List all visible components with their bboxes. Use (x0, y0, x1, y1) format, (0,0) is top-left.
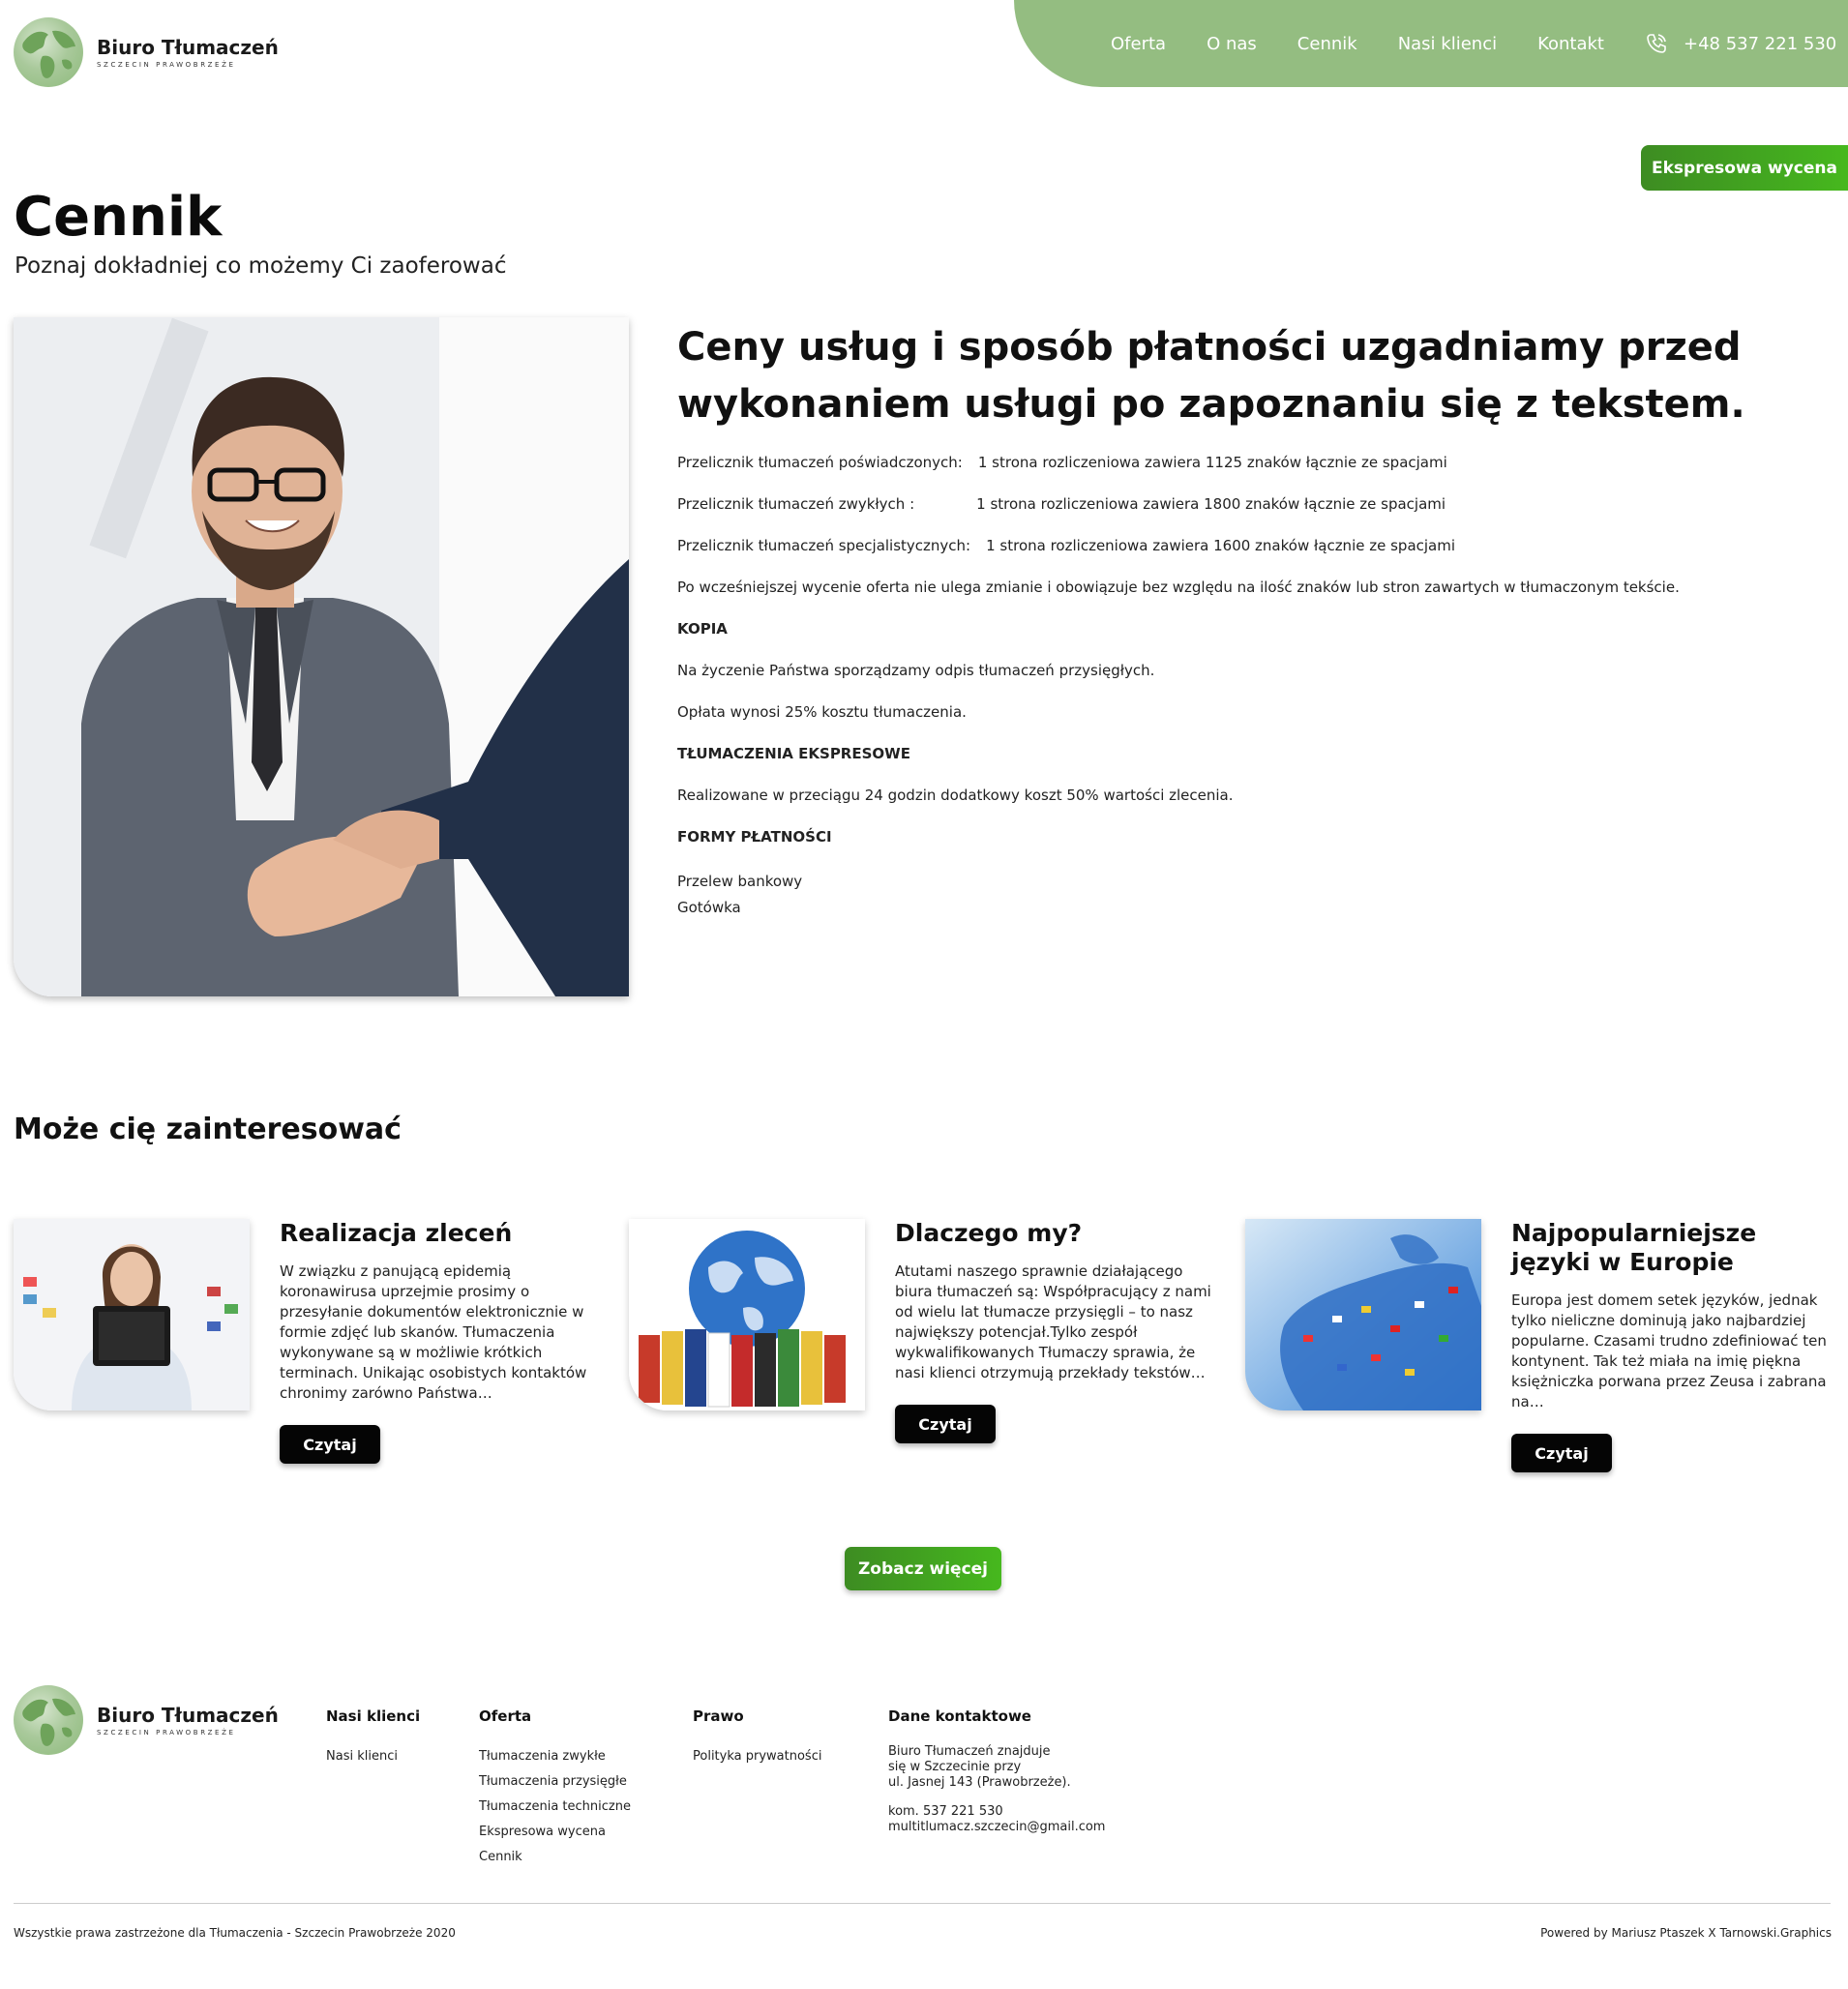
payment-method: Przelew bankowy (677, 873, 803, 890)
phone-icon (1647, 34, 1666, 53)
nav-item-oferta[interactable]: Oferta (1111, 34, 1166, 54)
pricing-row: Przelicznik tłumaczeń zwykłych : 1 strona… (677, 494, 1800, 536)
footer-link[interactable]: Ekspresowa wycena (479, 1820, 631, 1845)
nav-item-nasi-klienci[interactable]: Nasi klienci (1398, 34, 1497, 54)
pricing-row: Przelicznik tłumaczeń specjalistycznych:… (677, 536, 1800, 578)
pricing-row-label: Przelicznik tłumaczeń poświadczonych: (677, 454, 963, 471)
footer-column-title: Oferta (479, 1707, 532, 1725)
footer-divider (14, 1903, 1831, 1904)
handshake-photo (14, 317, 629, 996)
pricing-row-value: 1 strona rozliczeniowa zawiera 1800 znak… (976, 495, 1446, 513)
payment-heading: FORMY PŁATNOŚCI (677, 828, 832, 846)
contact-address-line: ul. Jasnej 143 (Prawobrzeże). (888, 1775, 1071, 1790)
copyright-text: Wszystkie prawa zastrzeżone dla Tłumacze… (14, 1926, 456, 1940)
pricing-row-value: 1 strona rozliczeniowa zawiera 1125 znak… (977, 454, 1447, 471)
footer-link[interactable]: Polityka prywatności (693, 1744, 821, 1769)
pricing-row-label: Przelicznik tłumaczeń specjalistycznych: (677, 537, 971, 554)
footer-link[interactable]: Cennik (479, 1845, 631, 1870)
card-excerpt: Atutami naszego sprawnie działającego bi… (895, 1262, 1211, 1381)
nav-item-cennik[interactable]: Cennik (1297, 34, 1357, 54)
footer-logo[interactable]: Biuro Tłumaczeń SZCZECIN PRAWOBRZEŻE (14, 1685, 279, 1755)
payment-method: Gotówka (677, 899, 741, 916)
brand-title: Biuro Tłumaczeń (97, 36, 279, 59)
express-text: Realizowane w przeciągu 24 godzin dodatk… (677, 787, 1234, 804)
footer-link[interactable]: Tłumaczenia zwykłe (479, 1744, 631, 1769)
globe-logo-icon (14, 17, 83, 87)
copy-text-2: Opłata wynosi 25% kosztu tłumaczenia. (677, 703, 967, 721)
site-logo[interactable]: Biuro Tłumaczeń SZCZECIN PRAWOBRZEŻE (14, 17, 279, 87)
footer-link[interactable]: Tłumaczenia przysięgłe (479, 1769, 631, 1795)
read-button[interactable]: Czytaj (1511, 1434, 1612, 1472)
nav-item-o-nas[interactable]: O nas (1207, 34, 1257, 54)
footer-column-title: Dane kontaktowe (888, 1707, 1031, 1725)
brand-title: Biuro Tłumaczeń (97, 1704, 279, 1727)
footer-column-offer: Oferta Tłumaczenia zwykłe Tłumaczenia pr… (479, 1707, 631, 1870)
footer-column-law: Prawo Polityka prywatności (693, 1707, 821, 1769)
card-excerpt: Europa jest domem setek języków, jednak … (1511, 1291, 1827, 1410)
footer-column-title: Prawo (693, 1707, 744, 1725)
contact-address-line: Biuro Tłumaczeń znajduje (888, 1744, 1051, 1759)
pricing-row-label: Przelicznik tłumaczeń zwykłych : (677, 495, 915, 513)
footer-column-title: Nasi klienci (326, 1707, 421, 1725)
related-section-title: Może cię zainteresować (14, 1113, 402, 1146)
footer-link[interactable]: Tłumaczenia techniczne (479, 1795, 631, 1820)
contact-email[interactable]: multitlumacz.szczecin@gmail.com (888, 1820, 1105, 1835)
see-more-button[interactable]: Zobacz więcej (845, 1547, 1001, 1590)
woman-tablet-photo[interactable] (14, 1219, 250, 1410)
main-nav: Oferta O nas Cennik Nasi klienci Kontakt… (1014, 0, 1848, 87)
globe-logo-icon (14, 1685, 83, 1755)
brand-subtitle: SZCZECIN PRAWOBRZEŻE (97, 1729, 236, 1737)
nav-item-kontakt[interactable]: Kontakt (1537, 34, 1604, 54)
pricing-row-value: 1 strona rozliczeniowa zawiera 1600 znak… (986, 537, 1456, 554)
page-subtitle: Poznaj dokładniej co możemy Ci zaoferowa… (15, 253, 507, 279)
nav-phone-link[interactable]: +48 537 221 530 (1645, 32, 1836, 55)
footer-column-contact: Dane kontaktowe Biuro Tłumaczeń znajduje… (888, 1707, 1105, 1835)
pricing-note: Po wcześniejszej wycenie oferta nie uleg… (677, 579, 1680, 596)
page-title: Cennik (14, 186, 223, 249)
read-button[interactable]: Czytaj (895, 1405, 996, 1443)
brand-subtitle: SZCZECIN PRAWOBRZEŻE (97, 61, 236, 69)
express-heading: TŁUMACZENIA EKSPRESOWE (677, 745, 910, 762)
contact-address-line: się w Szczecinie przy (888, 1760, 1022, 1774)
footer-link[interactable]: Nasi klienci (326, 1744, 420, 1769)
read-button[interactable]: Czytaj (280, 1425, 380, 1464)
card-title[interactable]: Dlaczego my? (895, 1219, 1224, 1248)
card-excerpt: W związku z panującą epidemią koronawiru… (280, 1262, 587, 1402)
powered-by-text[interactable]: Powered by Mariusz Ptaszek X Tarnowski.G… (1540, 1926, 1832, 1940)
pricing-section: Ceny usług i sposób płatności uzgadniamy… (677, 319, 1800, 921)
europe-flags-map-photo[interactable] (1245, 1219, 1481, 1410)
copy-heading: KOPIA (677, 620, 728, 638)
copy-text-1: Na życzenie Państwa sporządzamy odpis tł… (677, 662, 1155, 679)
footer-column-clients: Nasi klienci Nasi klienci (326, 1707, 420, 1769)
pricing-row: Przelicznik tłumaczeń poświadczonych: 1 s… (677, 453, 1800, 494)
payment-methods: Przelew bankowy Gotówka (677, 869, 1800, 921)
pricing-heading: Ceny usług i sposób płatności uzgadniamy… (677, 325, 1745, 427)
contact-phone[interactable]: kom. 537 221 530 (888, 1804, 1105, 1820)
globe-books-photo[interactable] (629, 1219, 865, 1410)
card-title[interactable]: Najpopularniejsze języki w Europie (1511, 1219, 1840, 1277)
nav-phone-number: +48 537 221 530 (1684, 33, 1837, 54)
card-title[interactable]: Realizacja zleceń (280, 1219, 609, 1248)
express-quote-button[interactable]: Ekspresowa wycena (1641, 145, 1848, 191)
